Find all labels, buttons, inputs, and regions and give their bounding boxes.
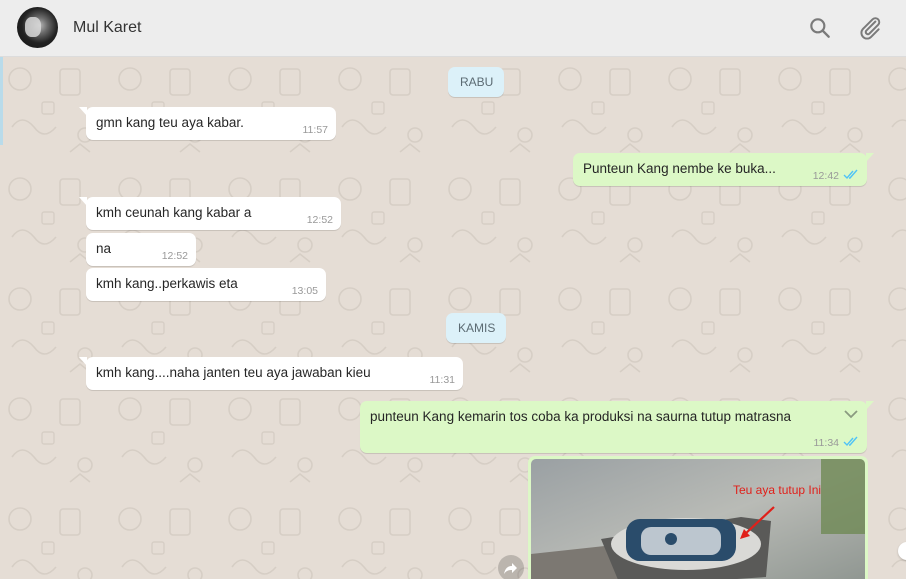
read-receipt-icon xyxy=(843,436,859,447)
image-message[interactable]: Teu aya tutup Ini xyxy=(528,456,868,579)
forward-button[interactable] xyxy=(498,555,524,579)
chat-panel[interactable]: RABU gmn kang teu aya kabar. 11:57 Punte… xyxy=(0,57,906,579)
contact-name[interactable]: Mul Karet xyxy=(73,19,141,37)
bubble-tail xyxy=(79,197,87,206)
bubble-tail xyxy=(79,357,87,366)
read-receipt-icon xyxy=(843,169,859,180)
photo-thumbnail[interactable]: Teu aya tutup Ini xyxy=(531,459,865,579)
message-text: kmh ceunah kang kabar a xyxy=(96,205,252,220)
date-separator: KAMIS xyxy=(446,313,506,343)
incoming-message[interactable]: na 12:52 xyxy=(86,233,196,266)
message-time: 12:52 xyxy=(161,250,188,262)
incoming-message[interactable]: kmh kang..perkawis eta 13:05 xyxy=(86,268,326,301)
chevron-down-icon[interactable] xyxy=(843,407,859,421)
message-text: Punteun Kang nembe ke buka... xyxy=(583,161,776,176)
chat-header: Mul Karet xyxy=(0,0,906,57)
date-separator: RABU xyxy=(448,67,504,97)
message-time: 12:42 xyxy=(812,170,839,182)
forward-icon xyxy=(504,563,517,574)
photo-annotation: Teu aya tutup Ini xyxy=(733,483,821,497)
bubble-tail xyxy=(79,107,87,116)
message-text: gmn kang teu aya kabar. xyxy=(96,115,244,130)
search-icon[interactable] xyxy=(807,15,833,41)
message-text: kmh kang....naha janten teu aya jawaban … xyxy=(96,365,371,380)
attach-icon[interactable] xyxy=(857,15,883,41)
message-time: 11:57 xyxy=(302,124,329,136)
message-text: na xyxy=(96,241,112,256)
outgoing-message[interactable]: Punteun Kang nembe ke buka... 12:42 xyxy=(573,153,874,186)
contact-avatar[interactable] xyxy=(17,7,58,48)
incoming-message[interactable]: kmh ceunah kang kabar a 12:52 xyxy=(79,197,341,230)
incoming-message[interactable]: gmn kang teu aya kabar. 11:57 xyxy=(79,107,336,140)
message-time: 11:31 xyxy=(429,374,456,386)
message-time: 12:52 xyxy=(306,214,333,226)
bubble-tail xyxy=(866,153,874,162)
outgoing-message[interactable]: punteun Kang kemarin tos coba ka produks… xyxy=(360,401,874,453)
message-text: punteun Kang kemarin tos coba ka produks… xyxy=(370,409,792,424)
message-time: 13:05 xyxy=(291,285,318,297)
edge-stripe xyxy=(0,57,3,145)
incoming-message[interactable]: kmh kang....naha janten teu aya jawaban … xyxy=(79,357,463,390)
message-text: kmh kang..perkawis eta xyxy=(96,276,238,291)
bubble-tail xyxy=(866,401,874,410)
message-time: 11:34 xyxy=(813,437,840,449)
